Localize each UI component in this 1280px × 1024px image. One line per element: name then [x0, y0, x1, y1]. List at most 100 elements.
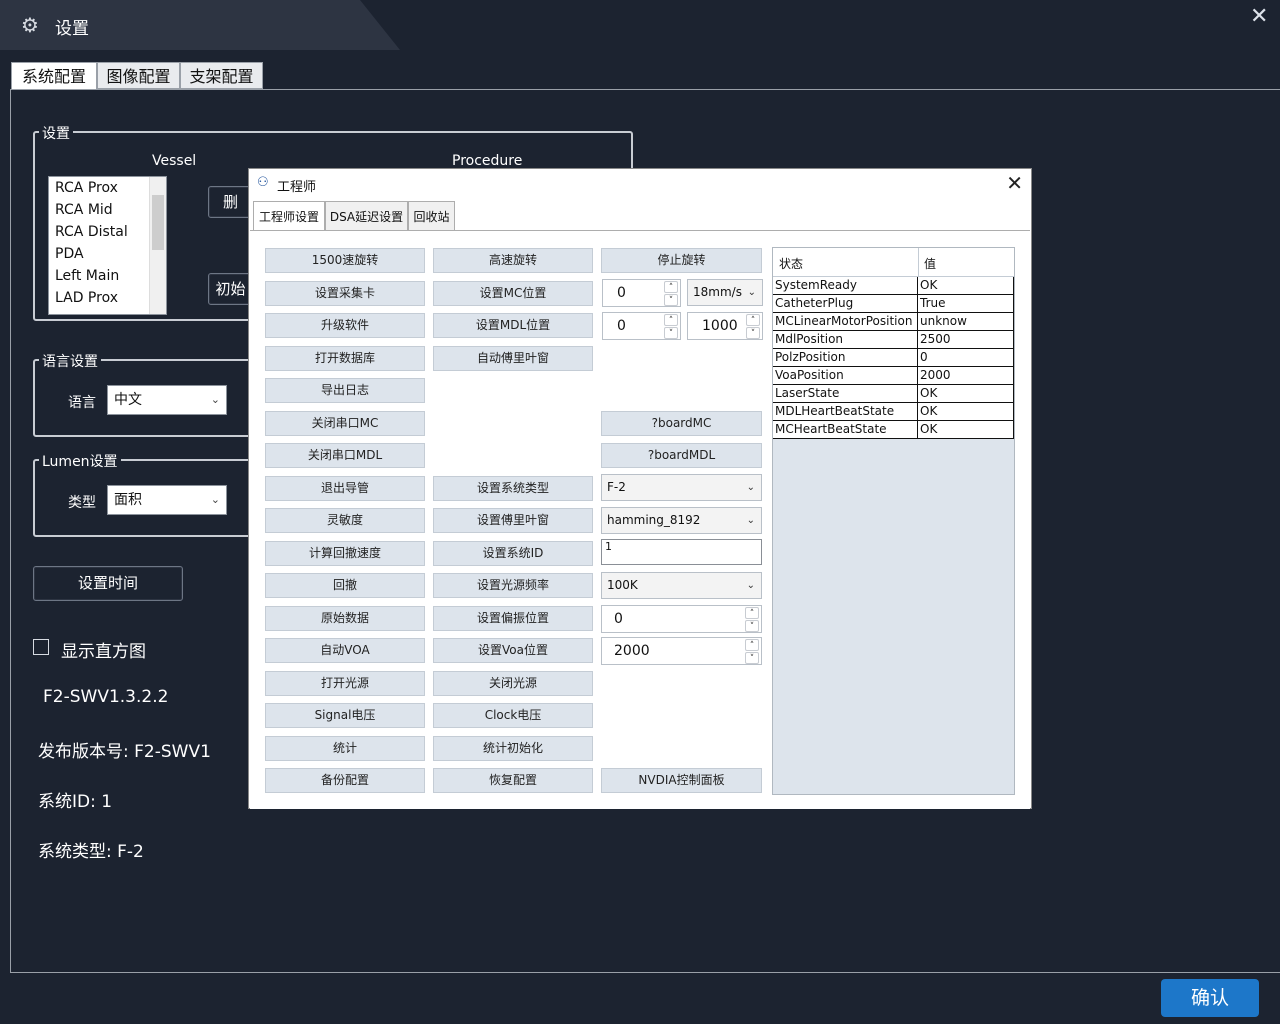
board-mc-button[interactable]: ?boardMC [601, 411, 762, 436]
mc-position-spinbox[interactable]: 0 ˄ ˅ [602, 279, 681, 307]
status-value: 0 [920, 350, 928, 364]
fourier-window-select[interactable]: hamming_8192 ⌄ [601, 507, 762, 534]
chevron-down-icon[interactable]: ˅ [746, 327, 760, 339]
chevron-up-icon[interactable]: ˄ [746, 314, 760, 326]
chevron-up-icon[interactable]: ˄ [745, 639, 759, 651]
auto-voa-button[interactable]: 自动VOA [265, 638, 425, 663]
lumen-type-select[interactable]: 面积 ⌄ [107, 485, 227, 515]
vessel-label: Vessel [152, 153, 197, 169]
mdl-value: 1000 [702, 318, 738, 334]
status-value: OK [920, 278, 938, 292]
set-mdl-position-button[interactable]: 设置MDL位置 [433, 313, 593, 338]
backup-config-button[interactable]: 备份配置 [265, 768, 425, 793]
export-log-button[interactable]: 导出日志 [265, 378, 425, 403]
light-frequency-select[interactable]: 100K ⌄ [601, 572, 762, 599]
tab-recycle-bin[interactable]: 回收站 [408, 201, 455, 231]
tab-engineer-settings[interactable]: 工程师设置 [253, 201, 325, 231]
tab-image-config[interactable]: 图像配置 [97, 62, 180, 89]
status-value: OK [920, 422, 938, 436]
tab-dsa-delay[interactable]: DSA延迟设置 [325, 201, 408, 231]
calc-pullback-speed-button[interactable]: 计算回撤速度 [265, 541, 425, 566]
close-serial-mc-button[interactable]: 关闭串口MC [265, 411, 425, 436]
sensitivity-button[interactable]: 灵敏度 [265, 508, 425, 533]
exit-catheter-button[interactable]: 退出导管 [265, 476, 425, 501]
system-id-input[interactable]: 1 [601, 539, 762, 565]
spin-1500-button[interactable]: 1500速旋转 [265, 248, 425, 273]
chevron-down-icon[interactable]: ˅ [664, 327, 678, 339]
open-database-button[interactable]: 打开数据库 [265, 346, 425, 371]
set-system-type-button[interactable]: 设置系统类型 [433, 476, 593, 501]
mdl-position-spinbox[interactable]: 0 ˄ ˅ [602, 312, 681, 340]
board-mdl-button[interactable]: ?boardMDL [601, 443, 762, 468]
status-value: unknow [920, 314, 967, 328]
voa-spinbox[interactable]: 2000 ˄ ˅ [601, 637, 762, 665]
table-row: VoaPosition 2000 [773, 367, 1014, 385]
chevron-down-icon[interactable]: ˅ [745, 652, 759, 664]
close-serial-mdl-button[interactable]: 关闭串口MDL [265, 443, 425, 468]
table-row: CatheterPlug True [773, 295, 1014, 313]
engineer-settings-panel: 1500速旋转 设置采集卡 升级软件 打开数据库 导出日志 关闭串口MC 关闭串… [250, 230, 1030, 809]
init-button[interactable]: 初始 [208, 273, 253, 305]
set-voa-position-button[interactable]: 设置Voa位置 [433, 638, 593, 663]
set-system-id-button[interactable]: 设置系统ID [433, 541, 593, 566]
stop-spin-button[interactable]: 停止旋转 [601, 248, 762, 273]
engineer-icon: ⚇ [257, 175, 269, 190]
set-time-button[interactable]: 设置时间 [33, 566, 183, 601]
table-row: MDLHeartBeatState OK [773, 403, 1014, 421]
set-polarization-button[interactable]: 设置偏振位置 [433, 606, 593, 631]
vessel-list-scrollbar[interactable] [149, 177, 166, 314]
release-version-text: 发布版本号: F2-SWV1 [38, 742, 211, 762]
table-row: PolzPosition 0 [773, 349, 1014, 367]
table-row: MCLinearMotorPosition unknow [773, 313, 1014, 331]
status-key: MCHeartBeatState [775, 422, 887, 436]
close-icon[interactable]: ✕ [1250, 4, 1268, 29]
clock-voltage-button[interactable]: Clock电压 [433, 703, 593, 728]
voa-value: 2000 [614, 643, 650, 659]
auto-fourier-window-button[interactable]: 自动傅里叶窗 [433, 346, 593, 371]
close-light-source-button[interactable]: 关闭光源 [433, 671, 593, 696]
status-key: PolzPosition [775, 350, 846, 364]
system-type-select[interactable]: F-2 ⌄ [601, 474, 762, 501]
close-icon[interactable]: ✕ [1006, 171, 1023, 195]
histogram-checkbox[interactable] [33, 639, 49, 655]
set-capture-card-button[interactable]: 设置采集卡 [265, 281, 425, 306]
version-text: F2-SWV1.3.2.2 [43, 687, 169, 707]
chevron-down-icon[interactable]: ˅ [745, 620, 759, 632]
statistics-init-button[interactable]: 统计初始化 [433, 736, 593, 761]
polarization-spinbox[interactable]: 0 ˄ ˅ [601, 605, 762, 633]
mdl-position-value: 0 [617, 318, 626, 334]
statistics-button[interactable]: 统计 [265, 736, 425, 761]
open-light-source-button[interactable]: 打开光源 [265, 671, 425, 696]
tab-stent-config[interactable]: 支架配置 [180, 62, 263, 89]
language-select[interactable]: 中文 ⌄ [107, 385, 227, 415]
confirm-button[interactable]: 确认 [1161, 979, 1259, 1017]
restore-config-button[interactable]: 恢复配置 [433, 768, 593, 793]
delete-button[interactable]: 删 [208, 186, 253, 218]
lumen-type-value: 面积 [114, 492, 142, 508]
signal-voltage-button[interactable]: Signal电压 [265, 703, 425, 728]
pullback-button[interactable]: 回撤 [265, 573, 425, 598]
language-value: 中文 [114, 392, 142, 408]
chevron-down-icon[interactable]: ˅ [664, 294, 678, 306]
set-mc-position-button[interactable]: 设置MC位置 [433, 281, 593, 306]
raw-data-button[interactable]: 原始数据 [265, 606, 425, 631]
set-fourier-window-button[interactable]: 设置傅里叶窗 [433, 508, 593, 533]
status-grid: 状态 值 SystemReady OK CatheterPlug True MCLi… [772, 247, 1015, 795]
vessel-list[interactable]: RCA Prox RCA Mid RCA Distal PDA Left Mai… [48, 176, 167, 315]
chevron-up-icon[interactable]: ˄ [745, 607, 759, 619]
chevron-up-icon[interactable]: ˄ [664, 314, 678, 326]
dialog-title: 工程师 [277, 180, 317, 195]
nvidia-panel-button[interactable]: NVDIA控制面板 [601, 768, 762, 793]
chevron-down-icon: ⌄ [747, 287, 756, 298]
window-title: 设置 [55, 19, 89, 39]
status-key: LaserState [775, 386, 840, 400]
status-key: SystemReady [775, 278, 858, 292]
speed-select[interactable]: 18mm/s ⌄ [687, 279, 763, 306]
status-value: OK [920, 404, 938, 418]
chevron-up-icon[interactable]: ˄ [664, 281, 678, 293]
upgrade-software-button[interactable]: 升级软件 [265, 313, 425, 338]
mdl-value-spinbox[interactable]: 1000 ˄ ˅ [687, 312, 763, 340]
tab-system-config[interactable]: 系统配置 [11, 62, 97, 91]
high-speed-spin-button[interactable]: 高速旋转 [433, 248, 593, 273]
set-light-frequency-button[interactable]: 设置光源频率 [433, 573, 593, 598]
